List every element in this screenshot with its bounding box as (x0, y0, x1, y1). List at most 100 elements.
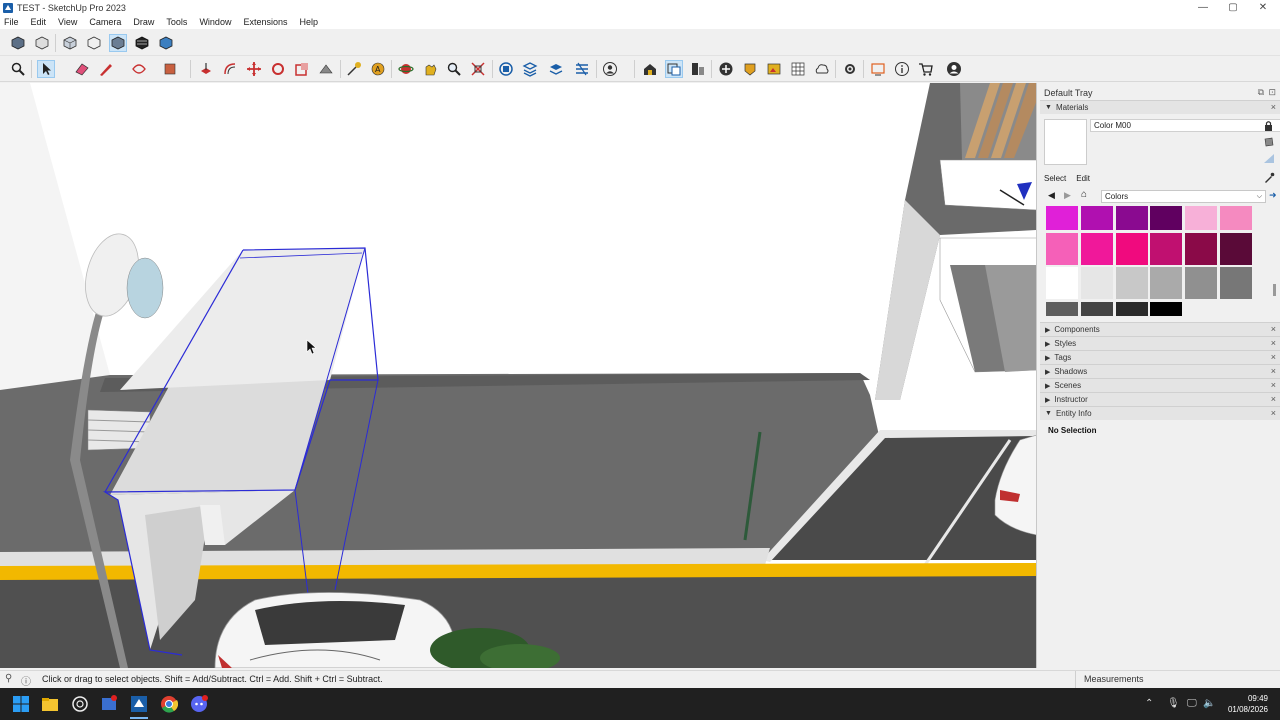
material-swatch[interactable] (1046, 267, 1078, 299)
chevron-up-icon[interactable]: ⌃ (1145, 698, 1153, 709)
windows-start-icon[interactable] (12, 695, 30, 713)
close-panel-icon[interactable]: × (1271, 366, 1276, 376)
material-swatch[interactable] (1115, 232, 1148, 265)
menu-draw[interactable]: Draw (133, 17, 154, 27)
pan-icon[interactable] (421, 60, 439, 78)
hidden-line-icon[interactable] (109, 34, 127, 52)
components-panel-header[interactable]: ▶ Components × (1040, 322, 1280, 336)
rotate-icon[interactable] (269, 60, 287, 78)
create-material-icon[interactable] (1262, 136, 1276, 148)
offset-icon[interactable] (221, 60, 239, 78)
entity-info-panel-header[interactable]: ▼ Entity Info × (1040, 406, 1280, 420)
menu-extensions[interactable]: Extensions (243, 17, 287, 27)
menu-edit[interactable]: Edit (31, 17, 47, 27)
file-explorer-icon[interactable] (41, 695, 59, 713)
add-location-icon[interactable] (717, 60, 735, 78)
shapes-icon[interactable] (130, 60, 148, 78)
tab-select[interactable]: Select (1044, 174, 1066, 183)
material-name-field[interactable]: Color M00 (1090, 119, 1280, 132)
tags-panel-header[interactable]: ▶ Tags × (1040, 350, 1280, 364)
close-panel-icon[interactable]: × (1271, 338, 1276, 348)
geo-location-icon[interactable]: ⚲ (5, 673, 12, 684)
search-icon[interactable] (9, 60, 27, 78)
select-arrow-icon[interactable] (37, 60, 55, 78)
material-swatch[interactable] (1150, 267, 1183, 299)
material-swatch[interactable] (1046, 301, 1078, 316)
home-icon[interactable]: ⌂ (1081, 189, 1087, 200)
volume-icon[interactable]: 🔈 (1203, 698, 1215, 709)
close-button[interactable]: ✕ (1248, 0, 1278, 15)
section-icon[interactable] (789, 60, 807, 78)
close-panel-icon[interactable]: × (1271, 102, 1276, 112)
extension-icon[interactable] (665, 60, 683, 78)
tray-pin-icon[interactable]: ⧉ (1258, 87, 1264, 98)
minimize-button[interactable]: — (1188, 0, 1218, 15)
material-swatch[interactable] (1080, 206, 1113, 230)
material-swatch[interactable] (1080, 232, 1113, 265)
outliner-icon[interactable] (497, 60, 515, 78)
user-icon[interactable] (601, 60, 619, 78)
model-viewport[interactable] (0, 83, 1037, 668)
tape-measure-icon[interactable] (345, 60, 363, 78)
close-panel-icon[interactable]: × (1271, 394, 1276, 404)
follow-me-icon[interactable] (317, 60, 335, 78)
menu-tools[interactable]: Tools (166, 17, 187, 27)
discord-icon[interactable] (190, 695, 208, 713)
zoom-icon[interactable] (445, 60, 463, 78)
menu-view[interactable]: View (58, 17, 77, 27)
material-swatch[interactable] (1080, 301, 1113, 316)
app-notification-icon[interactable] (100, 695, 118, 713)
material-swatch[interactable] (1185, 267, 1218, 299)
material-swatch[interactable] (1080, 267, 1113, 299)
shadows-panel-header[interactable]: ▶ Shadows × (1040, 364, 1280, 378)
shaded-textures-icon[interactable] (157, 34, 175, 52)
zoom-extents-icon[interactable] (469, 60, 487, 78)
close-panel-icon[interactable]: × (1271, 324, 1276, 334)
close-panel-icon[interactable]: × (1271, 380, 1276, 390)
tray-close-icon[interactable]: ⊡ (1268, 87, 1276, 98)
material-swatch[interactable] (1150, 206, 1183, 230)
close-panel-icon[interactable]: × (1271, 408, 1276, 418)
photo-texture-icon[interactable] (765, 60, 783, 78)
shaded-icon[interactable] (133, 34, 151, 52)
eyedropper-icon[interactable] (1263, 172, 1275, 184)
default-material-icon[interactable] (1262, 152, 1276, 164)
menu-help[interactable]: Help (299, 17, 318, 27)
material-swatch[interactable] (1220, 267, 1252, 299)
menu-camera[interactable]: Camera (89, 17, 121, 27)
styles-panel-header[interactable]: ▶ Styles × (1040, 336, 1280, 350)
material-swatch[interactable] (1046, 232, 1078, 265)
material-swatch[interactable] (1115, 206, 1148, 230)
close-panel-icon[interactable]: × (1271, 352, 1276, 362)
cart-icon[interactable] (917, 60, 935, 78)
styles-icon[interactable] (573, 60, 591, 78)
components-icon[interactable] (689, 60, 707, 78)
tab-edit[interactable]: Edit (1076, 174, 1090, 183)
wireframe-icon[interactable] (85, 34, 103, 52)
chatgpt-icon[interactable] (71, 695, 89, 713)
details-arrow-icon[interactable]: ➜ (1269, 190, 1277, 201)
network-icon[interactable]: 🖵 (1187, 698, 1197, 709)
maximize-button[interactable]: ▢ (1218, 0, 1248, 15)
material-swatch[interactable] (1150, 301, 1183, 316)
scenes-panel-header[interactable]: ▶ Scenes × (1040, 378, 1280, 392)
push-pull-icon[interactable] (197, 60, 215, 78)
taskbar-clock[interactable]: 09:49 01/08/2026 (1228, 693, 1268, 715)
paint-bucket-icon[interactable] (161, 60, 179, 78)
account-icon[interactable] (945, 60, 963, 78)
display-secondary-icon[interactable] (1262, 120, 1276, 132)
material-swatch[interactable] (1185, 232, 1218, 265)
tags-icon[interactable] (547, 60, 565, 78)
settings-icon[interactable] (841, 60, 859, 78)
menu-file[interactable]: File (4, 17, 19, 27)
xray-icon[interactable] (61, 34, 79, 52)
library-select[interactable]: Colors ⌵ (1101, 190, 1266, 203)
warehouse-icon[interactable] (641, 60, 659, 78)
microphone-icon[interactable]: 🎙 (1167, 698, 1180, 709)
swatches-scrollbar[interactable] (1272, 206, 1278, 316)
material-swatch[interactable] (1046, 206, 1078, 230)
menu-window[interactable]: Window (199, 17, 231, 27)
pencil-line-icon[interactable] (97, 60, 115, 78)
layers-icon[interactable] (521, 60, 539, 78)
move-icon[interactable] (245, 60, 263, 78)
